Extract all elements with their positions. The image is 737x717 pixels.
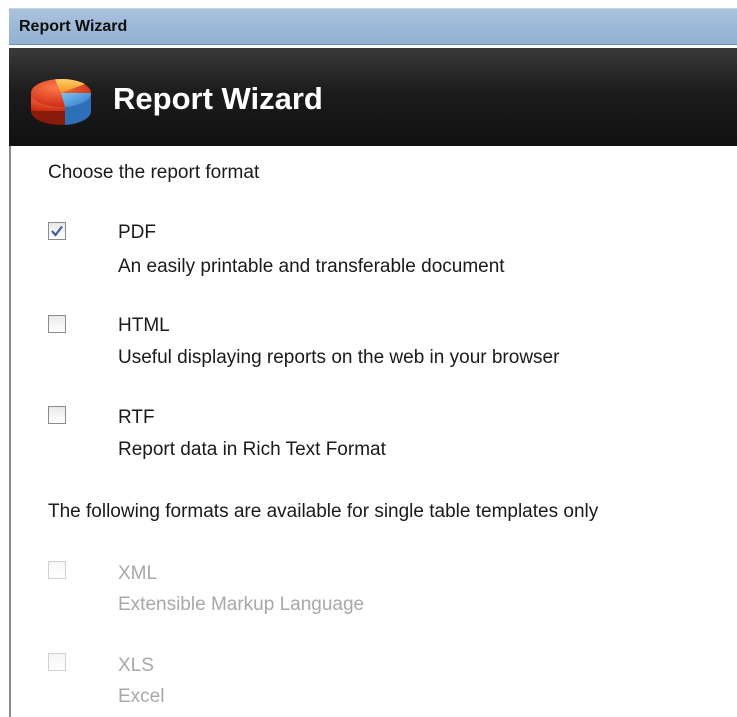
single-table-formats-prompt: The following formats are available for … — [48, 501, 599, 522]
checkmark-icon — [51, 225, 63, 237]
window-titlebar: Report Wizard — [9, 8, 737, 45]
xml-description: Extensible Markup Language — [118, 594, 365, 615]
rtf-label[interactable]: RTF — [118, 407, 155, 429]
banner-title: Report Wizard — [113, 81, 323, 116]
panel-left-border — [9, 146, 11, 717]
pdf-description: An easily printable and transferable doc… — [118, 256, 505, 277]
xml-label: XML — [118, 563, 158, 584]
pdf-checkbox[interactable] — [48, 222, 66, 240]
wizard-banner: Report Wizard — [9, 48, 737, 146]
pdf-label[interactable]: PDF — [118, 222, 156, 244]
window-title: Report Wizard — [19, 18, 128, 35]
html-description: Useful displaying reports on the web in … — [118, 347, 560, 368]
xls-label: XLS — [118, 655, 154, 676]
choose-format-prompt: Choose the report format — [48, 162, 260, 183]
report-wizard-logo-icon — [31, 79, 92, 125]
xls-checkbox — [48, 653, 66, 671]
rtf-checkbox[interactable] — [48, 406, 66, 424]
xls-description: Excel — [118, 686, 165, 707]
xml-checkbox — [48, 561, 66, 579]
rtf-description: Report data in Rich Text Format — [118, 439, 386, 460]
html-label[interactable]: HTML — [118, 315, 170, 337]
html-checkbox[interactable] — [48, 315, 66, 333]
